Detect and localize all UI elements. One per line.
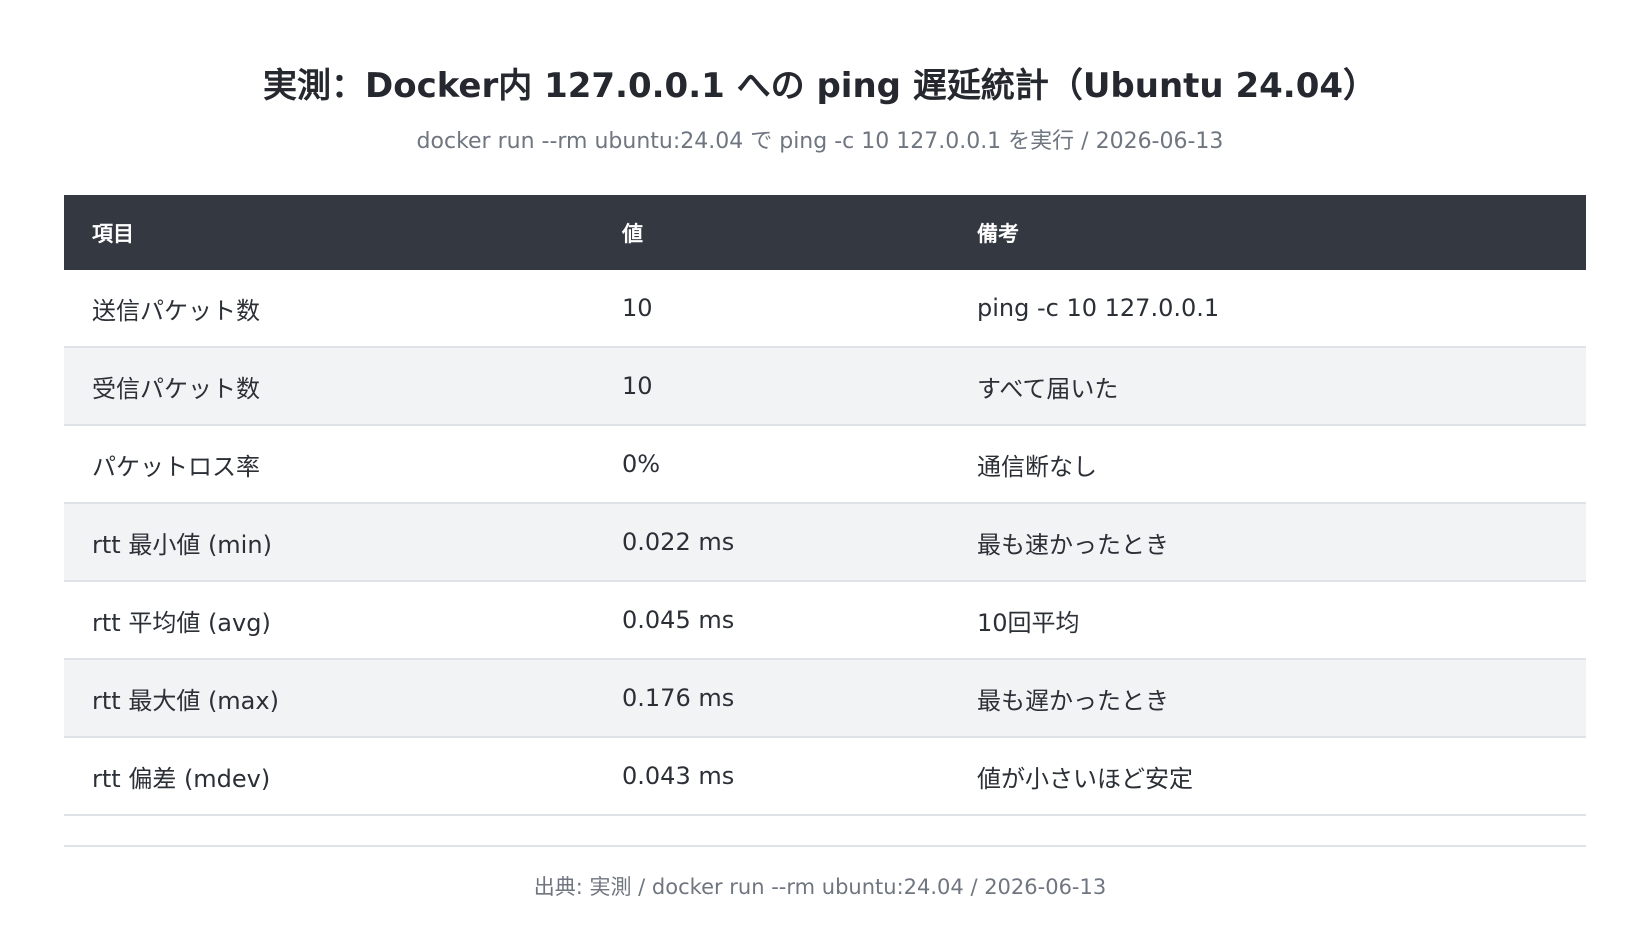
cell-note: 10回平均 (949, 581, 1586, 660)
table-header-row: 項目 値 備考 (64, 195, 1586, 270)
footer-divider (64, 845, 1586, 847)
table-row: rtt 平均値 (avg) 0.045 ms 10回平均 (64, 581, 1586, 660)
source-footer: 出典: 実測 / docker run --rm ubuntu:24.04 / … (533, 875, 1107, 899)
cell-note: 通信断なし (949, 425, 1586, 504)
stats-table-container: 項目 値 備考 送信パケット数 10 ping -c 10 127.0.0.1 … (64, 195, 1586, 816)
cell-item: 送信パケット数 (64, 270, 594, 348)
page: 実測：Docker内 127.0.0.1 への ping 遅延統計（Ubuntu… (0, 0, 1640, 934)
cell-value: 10 (594, 347, 949, 426)
header-value: 値 (594, 195, 949, 270)
cell-value: 0.022 ms (594, 503, 949, 582)
header-note: 備考 (949, 195, 1586, 270)
cell-value: 10 (594, 270, 949, 348)
table-row: 送信パケット数 10 ping -c 10 127.0.0.1 (64, 270, 1586, 348)
cell-note: ping -c 10 127.0.0.1 (949, 270, 1586, 348)
cell-item: 受信パケット数 (64, 347, 594, 426)
cell-item: rtt 最小値 (min) (64, 503, 594, 582)
cell-value: 0.043 ms (594, 737, 949, 816)
table-row: パケットロス率 0% 通信断なし (64, 425, 1586, 504)
cell-note: 最も遅かったとき (949, 659, 1586, 738)
cell-note: 値が小さいほど安定 (949, 737, 1586, 816)
table-row: rtt 最大値 (max) 0.176 ms 最も遅かったとき (64, 659, 1586, 738)
cell-note: 最も速かったとき (949, 503, 1586, 582)
page-title: 実測：Docker内 127.0.0.1 への ping 遅延統計（Ubuntu… (262, 66, 1378, 106)
table-row: rtt 最小値 (min) 0.022 ms 最も速かったとき (64, 503, 1586, 582)
table-row: 受信パケット数 10 すべて届いた (64, 347, 1586, 426)
cell-item: rtt 平均値 (avg) (64, 581, 594, 660)
ping-stats-table: 項目 値 備考 送信パケット数 10 ping -c 10 127.0.0.1 … (64, 195, 1586, 816)
table-row: rtt 偏差 (mdev) 0.043 ms 値が小さいほど安定 (64, 737, 1586, 816)
cell-note: すべて届いた (949, 347, 1586, 426)
cell-value: 0.176 ms (594, 659, 949, 738)
cell-item: パケットロス率 (64, 425, 594, 504)
cell-item: rtt 最大値 (max) (64, 659, 594, 738)
page-subtitle: docker run --rm ubuntu:24.04 で ping -c 1… (416, 129, 1224, 154)
header-item: 項目 (64, 195, 594, 270)
cell-value: 0.045 ms (594, 581, 949, 660)
cell-item: rtt 偏差 (mdev) (64, 737, 594, 816)
cell-value: 0% (594, 425, 949, 504)
